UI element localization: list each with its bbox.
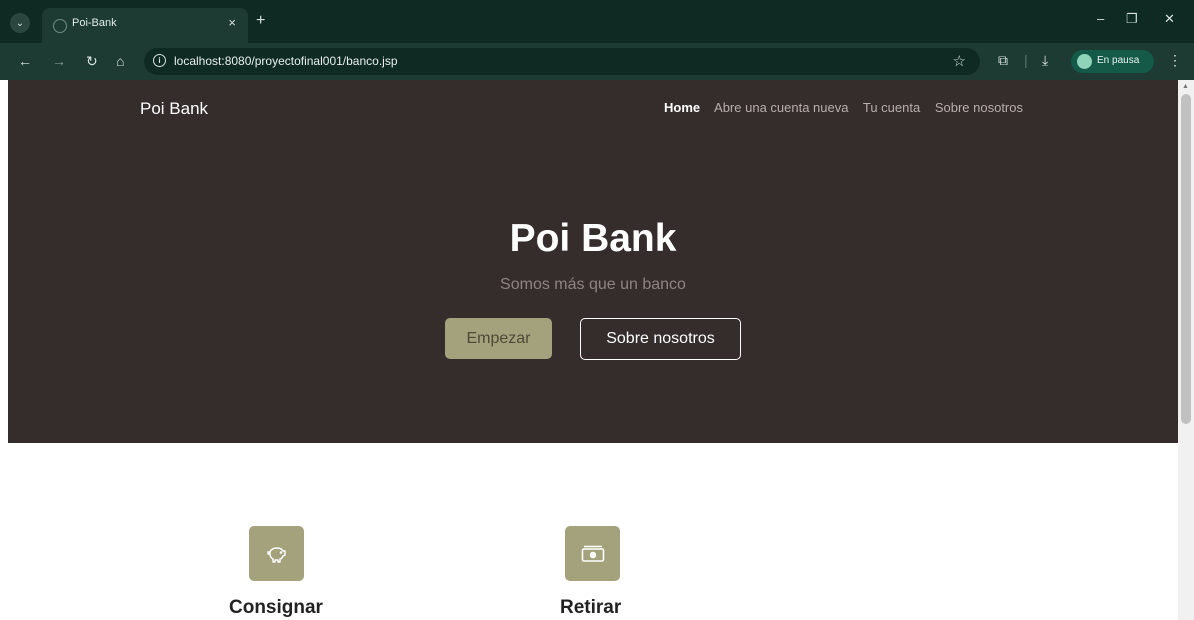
page-scrollbar[interactable]: ▲ — [1178, 80, 1194, 620]
tab-search-button[interactable]: ⌄ — [10, 13, 30, 33]
hero-subtitle: Somos más que un banco — [500, 276, 686, 293]
nav-link-open-account[interactable]: Abre una cuenta nueva — [714, 100, 848, 115]
back-button[interactable]: ← — [18, 53, 32, 69]
address-bar[interactable]: i localhost:8080/proyectofinal001/banco.… — [144, 48, 980, 75]
scroll-up-icon[interactable]: ▲ — [1182, 83, 1189, 90]
profile-label: En pausa — [1097, 55, 1140, 66]
feature-title-retirar: Retirar — [560, 597, 622, 618]
nav-link-about[interactable]: Sobre nosotros — [935, 100, 1023, 115]
restore-button[interactable]: ❐ — [1126, 11, 1138, 27]
start-button[interactable]: Empezar — [445, 318, 552, 359]
address-url[interactable]: localhost:8080/proyectofinal001/banco.js… — [174, 54, 398, 68]
bookmark-star-icon[interactable]: ☆ — [953, 52, 966, 70]
reload-button[interactable]: ↻ — [86, 53, 98, 70]
navbar-brand[interactable]: Poi Bank — [140, 99, 208, 119]
hero-title: Poi Bank — [509, 217, 677, 260]
browser-toolbar: ← → ↻ ⌂ i localhost:8080/proyectofinal00… — [0, 43, 1194, 80]
scrollbar-thumb[interactable] — [1181, 94, 1191, 424]
browser-menu-icon[interactable]: ⋮ — [1168, 52, 1182, 69]
page-viewport: Poi Bank Home Abre una cuenta nueva Tu c… — [8, 80, 1178, 620]
new-tab-button[interactable]: + — [256, 12, 265, 30]
profile-button[interactable]: En pausa — [1071, 50, 1154, 73]
feature-title-consignar: Consignar — [229, 597, 323, 618]
site-info-icon[interactable]: i — [153, 54, 166, 67]
nav-link-your-account[interactable]: Tu cuenta — [863, 100, 920, 115]
forward-button[interactable]: → — [52, 53, 66, 69]
browser-tab-strip: ⌄ Poi-Bank × + – ❐ ✕ — [0, 0, 1194, 43]
download-icon[interactable]: ⤓ — [1042, 52, 1048, 69]
nav-link-home[interactable]: Home — [664, 100, 700, 115]
piggy-bank-icon — [249, 526, 304, 581]
home-button[interactable]: ⌂ — [116, 53, 124, 69]
tab-close-icon[interactable]: × — [228, 15, 236, 30]
extensions-icon[interactable]: ⧉ — [998, 52, 1008, 69]
tab-title: Poi-Bank — [72, 17, 117, 29]
browser-tab[interactable]: Poi-Bank × — [42, 8, 248, 43]
minimize-button[interactable]: – — [1097, 11, 1104, 26]
close-window-button[interactable]: ✕ — [1164, 11, 1175, 27]
cash-icon — [565, 526, 620, 581]
avatar — [1077, 54, 1092, 69]
navbar-links: Home Abre una cuenta nueva Tu cuenta Sob… — [664, 100, 1034, 115]
toolbar-divider: | — [1024, 52, 1028, 68]
hero-section: Poi Bank Home Abre una cuenta nueva Tu c… — [8, 80, 1178, 443]
tab-favicon-icon — [53, 19, 67, 33]
about-us-button[interactable]: Sobre nosotros — [580, 318, 741, 360]
